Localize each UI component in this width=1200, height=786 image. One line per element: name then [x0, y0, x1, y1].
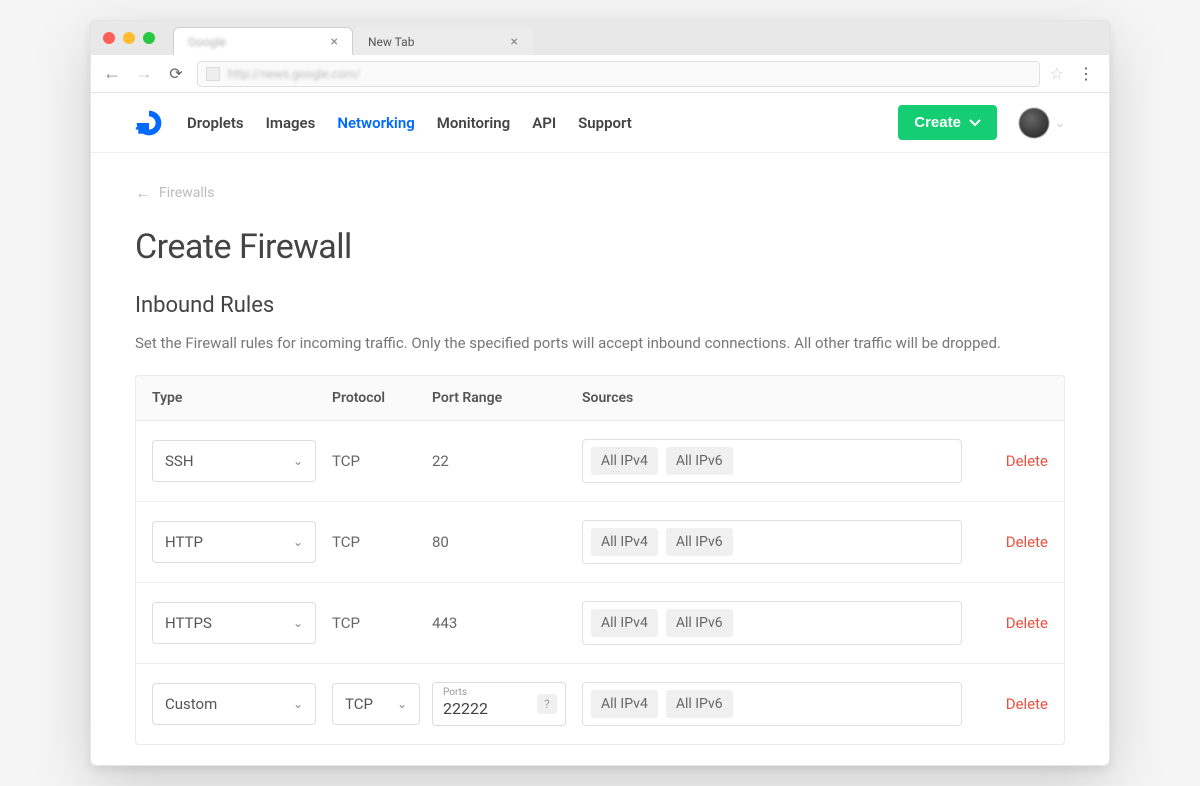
protocol-select[interactable]: TCP ⌄	[332, 683, 420, 725]
section-description: Set the Firewall rules for incoming traf…	[135, 332, 1065, 355]
col-header-port: Port Range	[432, 390, 582, 406]
col-header-type: Type	[152, 390, 332, 406]
minimize-window-button[interactable]	[123, 32, 135, 44]
protocol-value: TCP	[332, 452, 432, 470]
breadcrumb[interactable]: ← Firewalls	[135, 183, 1065, 203]
rule-type-select[interactable]: Custom ⌄	[152, 683, 316, 725]
close-icon[interactable]: ×	[507, 34, 522, 50]
source-tag[interactable]: All IPv4	[591, 690, 658, 718]
browser-address-bar: ← → ⟳ http://news.google.com/ ☆ ⋮	[91, 55, 1109, 93]
chevron-down-icon: ⌄	[397, 697, 407, 711]
inbound-rules-table: Type Protocol Port Range Sources SSH⌄TCP…	[135, 375, 1065, 745]
create-button-label: Create	[914, 114, 961, 131]
page-content: ← Firewalls Create Firewall Inbound Rule…	[91, 153, 1109, 765]
arrow-left-icon: ←	[135, 183, 151, 203]
reload-button[interactable]: ⟳	[165, 64, 187, 83]
table-header-row: Type Protocol Port Range Sources	[136, 376, 1064, 421]
table-row: SSH ⌄ TCP22 All IPv4 All IPv6 Delete	[136, 421, 1064, 502]
tab-title: Google	[188, 35, 226, 49]
nav-link-monitoring[interactable]: Monitoring	[437, 114, 510, 132]
nav-link-networking[interactable]: Networking	[337, 114, 414, 132]
browser-tab[interactable]: New Tab ×	[353, 27, 533, 55]
sources-input[interactable]: All IPv4 All IPv6	[582, 439, 962, 483]
sources-input[interactable]: All IPv4 All IPv6	[582, 682, 962, 726]
window-controls	[103, 32, 155, 44]
delete-rule-link[interactable]: Delete	[978, 533, 1048, 551]
browser-window: Google × New Tab × ← → ⟳ http://news.google…	[90, 20, 1110, 766]
chevron-down-icon	[969, 114, 981, 131]
page-title: Create Firewall	[135, 227, 1065, 267]
port-input-label: Ports	[443, 687, 467, 698]
close-icon[interactable]: ×	[327, 34, 342, 50]
col-header-sources: Sources	[582, 390, 978, 406]
url-text: http://news.google.com/	[228, 67, 360, 81]
close-window-button[interactable]	[103, 32, 115, 44]
nav-link-api[interactable]: API	[532, 114, 556, 132]
col-header-protocol: Protocol	[332, 390, 432, 406]
port-range-value: 443	[432, 614, 582, 632]
user-menu[interactable]: ⌄	[1019, 108, 1065, 138]
logo-icon	[135, 109, 163, 137]
port-input-value: 22222	[443, 699, 488, 718]
chevron-down-icon: ⌄	[293, 535, 303, 549]
source-tag[interactable]: All IPv6	[666, 528, 733, 556]
bookmark-icon[interactable]: ☆	[1050, 64, 1064, 83]
table-row: Custom ⌄ TCP ⌄ Ports22222? All IPv4 All IPv6 De…	[136, 664, 1064, 744]
maximize-window-button[interactable]	[143, 32, 155, 44]
help-icon[interactable]: ?	[537, 694, 557, 714]
nav-link-droplets[interactable]: Droplets	[187, 114, 244, 132]
main-nav: Droplets Images Networking Monitoring API Sup…	[187, 114, 898, 132]
source-tag[interactable]: All IPv6	[666, 447, 733, 475]
source-tag[interactable]: All IPv4	[591, 447, 658, 475]
protocol-value: TCP	[332, 614, 432, 632]
port-range-input[interactable]: Ports22222?	[432, 682, 566, 726]
app-header: Droplets Images Networking Monitoring API Sup…	[91, 93, 1109, 153]
select-value: Custom	[165, 695, 217, 713]
source-tag[interactable]: All IPv6	[666, 690, 733, 718]
select-value: HTTP	[165, 533, 203, 551]
source-tag[interactable]: All IPv4	[591, 609, 658, 637]
sources-input[interactable]: All IPv4 All IPv6	[582, 520, 962, 564]
rule-type-select[interactable]: HTTP ⌄	[152, 521, 316, 563]
chevron-down-icon: ⌄	[293, 697, 303, 711]
protocol-value: TCP	[332, 533, 432, 551]
table-row: HTTP ⌄ TCP80 All IPv4 All IPv6 Delete	[136, 502, 1064, 583]
delete-rule-link[interactable]: Delete	[978, 614, 1048, 632]
port-range-value: 80	[432, 533, 582, 551]
delete-rule-link[interactable]: Delete	[978, 695, 1048, 713]
rule-type-select[interactable]: HTTPS ⌄	[152, 602, 316, 644]
nav-link-images[interactable]: Images	[266, 114, 316, 132]
select-value: SSH	[165, 452, 194, 470]
nav-link-support[interactable]: Support	[578, 114, 632, 132]
chevron-down-icon: ⌄	[1055, 116, 1065, 130]
breadcrumb-label: Firewalls	[159, 185, 214, 201]
chevron-down-icon: ⌄	[293, 616, 303, 630]
port-range-value: 22	[432, 452, 582, 470]
select-value: HTTPS	[165, 614, 212, 632]
page-icon	[206, 67, 220, 81]
source-tag[interactable]: All IPv4	[591, 528, 658, 556]
source-tag[interactable]: All IPv6	[666, 609, 733, 637]
chevron-down-icon: ⌄	[293, 454, 303, 468]
create-button[interactable]: Create	[898, 105, 997, 140]
select-value: TCP	[345, 695, 373, 713]
avatar	[1019, 108, 1049, 138]
delete-rule-link[interactable]: Delete	[978, 452, 1048, 470]
tab-title: New Tab	[368, 35, 414, 49]
url-input[interactable]: http://news.google.com/	[197, 61, 1040, 87]
table-row: HTTPS ⌄ TCP443 All IPv4 All IPv6 Delete	[136, 583, 1064, 664]
forward-button[interactable]: →	[133, 63, 155, 84]
browser-tab[interactable]: Google ×	[173, 27, 353, 55]
section-title: Inbound Rules	[135, 293, 1065, 318]
sources-input[interactable]: All IPv4 All IPv6	[582, 601, 962, 645]
rule-type-select[interactable]: SSH ⌄	[152, 440, 316, 482]
browser-menu-icon[interactable]: ⋮	[1074, 64, 1099, 83]
back-button[interactable]: ←	[101, 63, 123, 84]
browser-tab-bar: Google × New Tab ×	[91, 21, 1109, 55]
